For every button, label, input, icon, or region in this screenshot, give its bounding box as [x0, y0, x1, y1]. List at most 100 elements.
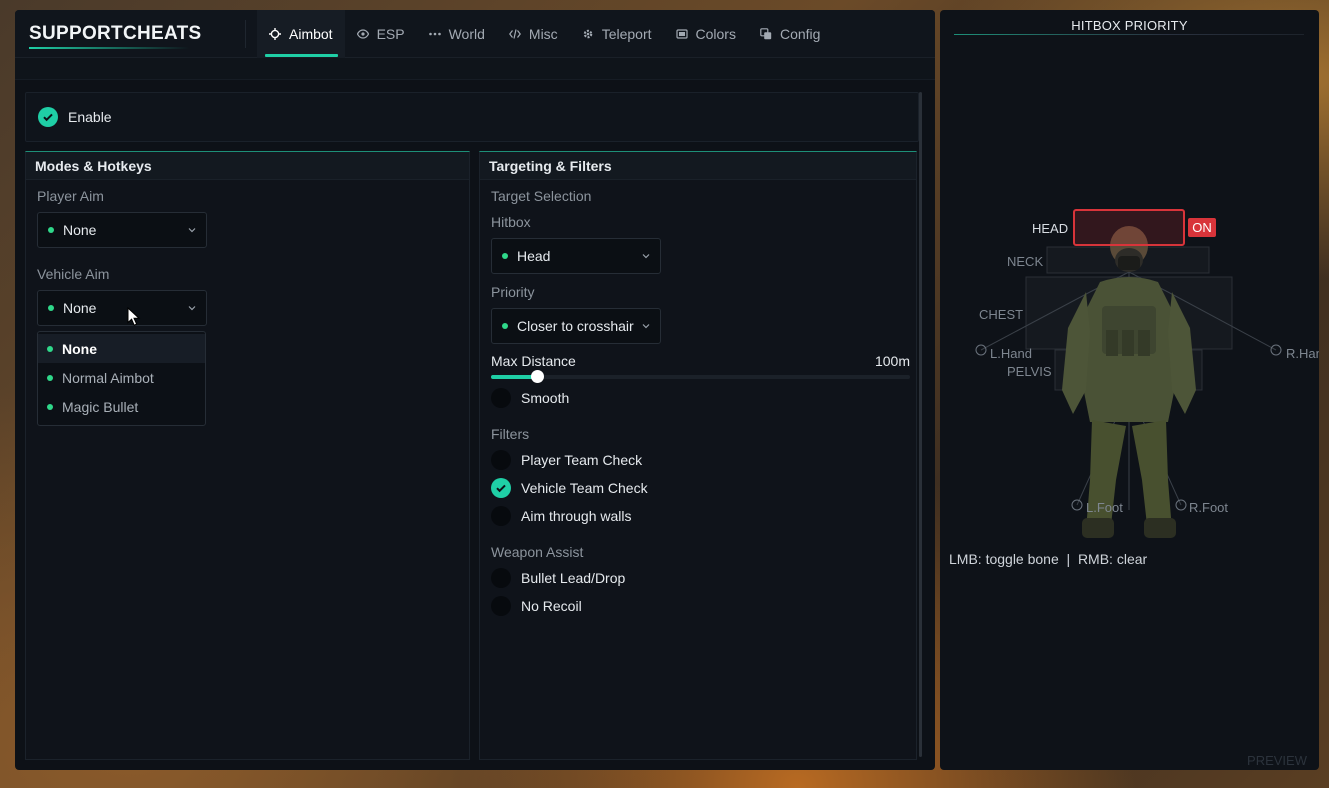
bullet-lead-toggle[interactable]: Bullet Lead/Drop — [491, 568, 625, 588]
no-recoil-label: No Recoil — [521, 598, 582, 614]
tab-label: ESP — [376, 26, 405, 42]
tab-label: Misc — [528, 26, 558, 42]
no-recoil-toggle[interactable]: No Recoil — [491, 596, 582, 616]
tab-label: Colors — [695, 26, 736, 42]
preview-label: PREVIEW — [1247, 753, 1307, 768]
bullet-lead-checkbox[interactable] — [491, 568, 511, 588]
tab-colors[interactable]: Colors — [664, 10, 748, 58]
character-preview — [975, 209, 1282, 538]
player-team-check-toggle[interactable]: Player Team Check — [491, 450, 642, 470]
tab-esp[interactable]: ESP — [345, 10, 417, 58]
aim-through-walls-checkbox[interactable] — [491, 506, 511, 526]
vehicle-aim-value: None — [63, 300, 97, 316]
option-normal-aimbot[interactable]: Normal Aimbot — [38, 363, 205, 392]
aim-through-walls-label: Aim through walls — [521, 508, 632, 524]
tab-label: World — [448, 26, 485, 42]
head-bone-label[interactable]: HEAD — [1032, 221, 1068, 236]
hitbox-label: Hitbox — [491, 214, 531, 230]
tab-bar: Aimbot ESP World Misc Teleport Colors Co… — [257, 10, 832, 58]
max-distance-slider[interactable] — [491, 370, 910, 383]
smooth-label: Smooth — [521, 390, 570, 406]
mouse-cursor-icon — [127, 307, 141, 326]
dots-icon — [428, 28, 441, 40]
l-foot-bone-label[interactable]: L.Foot — [1086, 500, 1123, 515]
slider-handle[interactable] — [531, 370, 545, 383]
priority-value: Closer to crosshair — [517, 318, 634, 334]
enable-checkbox[interactable] — [38, 107, 58, 127]
chest-bone-label[interactable]: CHEST — [979, 307, 1023, 322]
tab-teleport[interactable]: Teleport — [570, 10, 664, 58]
status-dot — [48, 227, 54, 233]
check-icon — [43, 113, 53, 122]
vehicle-team-check-checkbox[interactable] — [491, 478, 511, 498]
enable-label: Enable — [68, 109, 112, 125]
option-label: None — [62, 340, 97, 357]
status-dot — [47, 403, 53, 410]
smooth-toggle[interactable]: Smooth — [491, 388, 569, 408]
option-label: Magic Bullet — [62, 398, 139, 415]
gear-icon — [582, 28, 594, 40]
option-label: Normal Aimbot — [62, 369, 154, 386]
header-bar: SUPPORTCHEATS Aimbot ESP World Misc Tele… — [15, 10, 935, 58]
aimbot-window: SUPPORTCHEATS Aimbot ESP World Misc Tele… — [15, 10, 935, 770]
targeting-filters-title: Targeting & Filters — [480, 152, 916, 180]
vehicle-team-check-toggle[interactable]: Vehicle Team Check — [491, 478, 648, 498]
status-dot — [48, 305, 54, 311]
max-distance-row: Max Distance 100m — [491, 353, 910, 369]
player-aim-dropdown[interactable]: None — [37, 212, 207, 248]
neck-bone-label[interactable]: NECK — [1007, 254, 1043, 269]
vehicle-aim-dropdown[interactable]: None — [37, 290, 207, 326]
check-icon — [496, 484, 506, 493]
vehicle-aim-options: None Normal Aimbot Magic Bullet — [37, 331, 206, 426]
code-icon — [508, 28, 521, 40]
status-dot — [47, 374, 53, 381]
chevron-down-icon — [188, 306, 196, 311]
target-selection-label: Target Selection — [491, 188, 592, 204]
player-team-check-checkbox[interactable] — [491, 450, 511, 470]
r-foot-bone-label[interactable]: R.Foot — [1189, 500, 1228, 515]
content-scrollbar[interactable] — [919, 92, 922, 757]
hitbox-dropdown[interactable]: Head — [491, 238, 661, 274]
palette-icon — [675, 28, 688, 40]
pelvis-bone-label[interactable]: PELVIS — [1007, 364, 1052, 379]
brand-underline — [29, 47, 189, 49]
player-team-check-label: Player Team Check — [521, 452, 643, 468]
eye-icon — [356, 28, 369, 40]
tab-label: Teleport — [601, 26, 652, 42]
tab-aimbot[interactable]: Aimbot — [257, 10, 345, 58]
modes-hotkeys-title: Modes & Hotkeys — [26, 152, 469, 180]
status-dot — [502, 323, 508, 329]
l-hand-bone-label[interactable]: L.Hand — [990, 346, 1032, 361]
no-recoil-checkbox[interactable] — [491, 596, 511, 616]
status-dot — [502, 253, 508, 259]
tab-config[interactable]: Config — [748, 10, 832, 58]
tab-label: Config — [779, 26, 821, 42]
brand-title: SUPPORTCHEATS — [29, 23, 202, 44]
r-hand-bone-label[interactable]: R.Hand — [1286, 346, 1319, 361]
weapon-assist-label: Weapon Assist — [491, 544, 584, 560]
max-distance-label: Max Distance — [491, 353, 576, 369]
bullet-lead-label: Bullet Lead/Drop — [521, 570, 626, 586]
tab-label: Aimbot — [289, 26, 333, 42]
option-none[interactable]: None — [38, 334, 205, 363]
filters-label: Filters — [491, 426, 530, 442]
vehicle-aim-label: Vehicle Aim — [37, 266, 110, 282]
chevron-down-icon — [642, 254, 650, 259]
max-distance-value: 100m — [874, 353, 910, 369]
copy-icon — [760, 28, 772, 40]
tab-misc[interactable]: Misc — [497, 10, 570, 58]
enable-row[interactable]: Enable — [25, 92, 919, 142]
head-bone-box[interactable] — [1073, 209, 1185, 246]
player-aim-label: Player Aim — [37, 188, 104, 204]
tab-world[interactable]: World — [417, 10, 497, 58]
status-dot — [47, 345, 53, 352]
smooth-checkbox[interactable] — [491, 388, 511, 408]
hitbox-value: Head — [517, 248, 551, 264]
option-magic-bullet[interactable]: Magic Bullet — [38, 392, 205, 421]
priority-dropdown[interactable]: Closer to crosshair — [491, 308, 661, 344]
aim-through-walls-toggle[interactable]: Aim through walls — [491, 506, 632, 526]
chevron-down-icon — [188, 228, 196, 233]
priority-label: Priority — [491, 284, 535, 300]
vehicle-team-check-label: Vehicle Team Check — [521, 480, 648, 496]
sub-toolbar — [15, 58, 935, 80]
